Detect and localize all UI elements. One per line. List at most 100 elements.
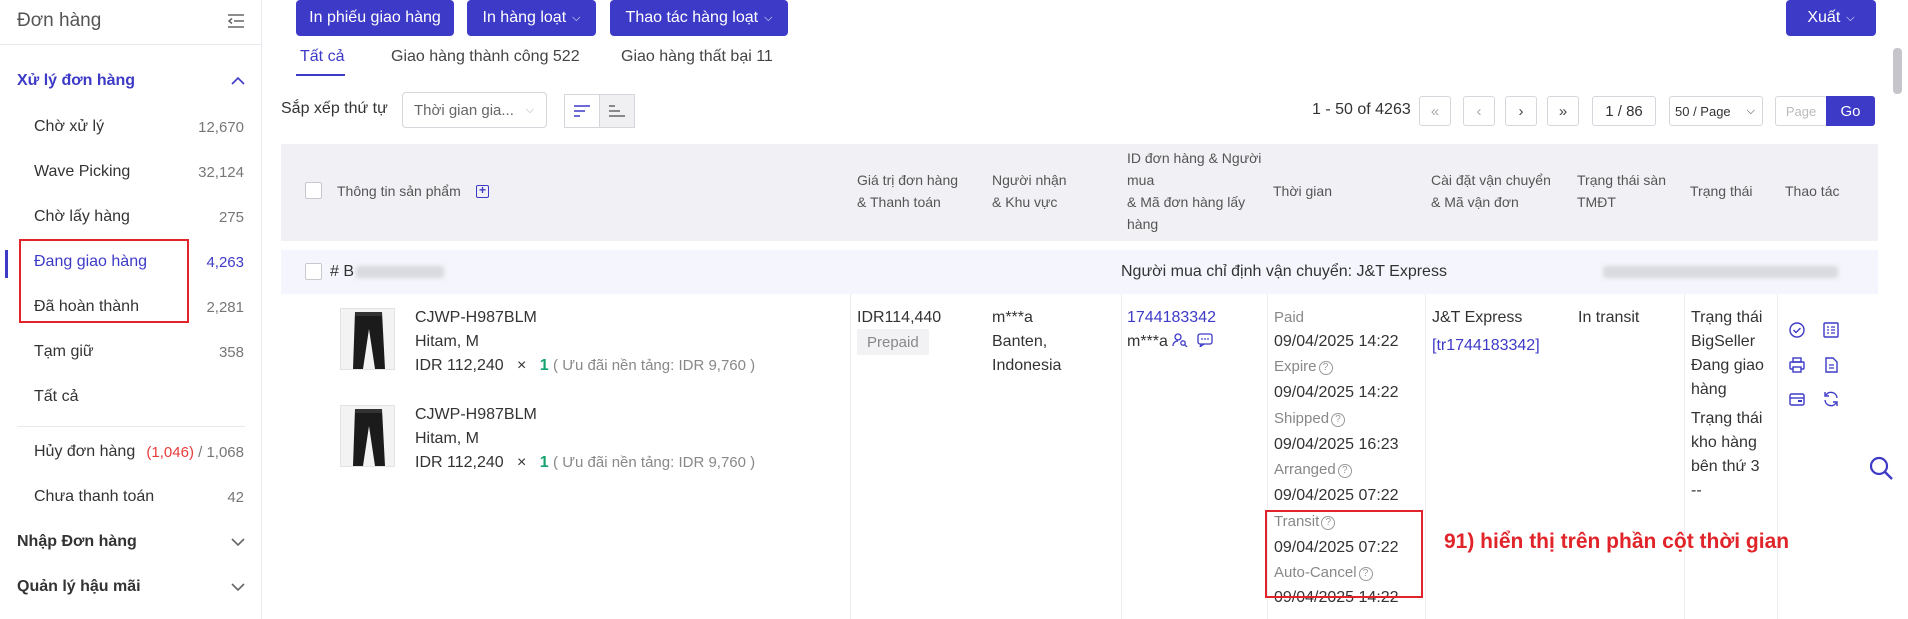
chat-icon[interactable] [1197, 333, 1213, 349]
go-button[interactable]: Go [1826, 96, 1875, 126]
sidebar-item-unpaid[interactable]: Chưa thanh toán 42 [34, 482, 244, 512]
status-line: kho hàng [1691, 434, 1757, 451]
scrollbar[interactable] [1893, 48, 1902, 94]
product-price: IDR 112,240 [415, 357, 504, 374]
batch-ops-button[interactable]: Thao tác hàng loạt ⌵ [610, 0, 788, 36]
product-price: IDR 112,240 [415, 454, 504, 471]
header-product: Thông tin sản phẩm [337, 183, 461, 199]
last-page-button[interactable]: » [1547, 96, 1579, 126]
sidebar-item-cancelled[interactable]: Hủy đơn hàng (1,046) / 1,068 [34, 437, 244, 467]
sidebar-item-awaiting-pickup[interactable]: Chờ lấy hàng 275 [34, 202, 244, 232]
chevron-down-icon: ⌵ [1846, 11, 1855, 24]
help-icon[interactable]: ? [1337, 464, 1352, 478]
time-label: Paid [1274, 309, 1305, 326]
time-label: Arranged [1274, 461, 1336, 478]
chevron-right-icon: › [1518, 102, 1524, 120]
sidebar-item-wave-picking[interactable]: Wave Picking 32,124 [34, 157, 244, 187]
column-divider [1425, 294, 1426, 619]
sidebar-divider [0, 44, 262, 45]
product-variant: Hitam, M [415, 430, 479, 447]
sidebar-item-label: Chờ lấy hàng [34, 208, 130, 225]
time-value: 09/04/2025 07:22 [1274, 487, 1399, 504]
times-sign: × [517, 357, 527, 374]
product-thumbnail[interactable] [340, 405, 395, 467]
export-button[interactable]: Xuất ⌵ [1786, 0, 1876, 36]
buyer-shipping-note: Người mua chỉ định vận chuyển: J&T Expre… [1121, 263, 1447, 280]
help-icon[interactable]: ? [1318, 361, 1333, 375]
chevron-left-icon: ‹ [1476, 102, 1482, 120]
page-size-select[interactable]: 50 / Page ⌵ [1669, 96, 1763, 126]
select-all-checkbox[interactable] [305, 182, 322, 199]
prev-page-button[interactable]: ‹ [1463, 96, 1495, 126]
product-price-line: IDR 112,240 × 1 ( Ưu đãi nền tảng: IDR 9… [415, 354, 755, 378]
page-size-value: 50 / Page [1675, 103, 1731, 119]
sidebar-item-count: 4,263 [206, 253, 244, 271]
document-icon[interactable] [1822, 356, 1840, 374]
wallet-icon[interactable] [1788, 390, 1806, 408]
column-divider [1684, 294, 1685, 619]
sort-desc-button[interactable] [564, 94, 600, 128]
tracking-link[interactable]: [tr1744183342] [1432, 334, 1540, 358]
sidebar-item-pending[interactable]: Chờ xử lý 12,670 [34, 112, 244, 142]
product-qty: 1 [539, 454, 549, 471]
button-label: In phiếu giao hàng [309, 9, 441, 26]
sidebar-item-on-hold[interactable]: Tạm giữ 358 [34, 337, 244, 367]
sort-select[interactable]: Thời gian gia... ⌵ [402, 92, 547, 128]
recipient-name: m***a [992, 309, 1033, 326]
button-label: In hàng loạt [482, 9, 567, 26]
recipient-region: Banten, [992, 333, 1048, 350]
sidebar-item-count: 32,124 [198, 163, 244, 181]
product-qty: 1 [539, 357, 549, 374]
header-line: & Khu vực [992, 194, 1058, 210]
cancel-count-total: / 1,068 [198, 443, 244, 461]
ecom-status: In transit [1578, 309, 1640, 326]
chevron-down-icon [231, 538, 245, 547]
print-batch-button[interactable]: In hàng loạt ⌵ [467, 0, 596, 36]
double-chevron-right-icon: » [1558, 102, 1568, 120]
order-checkbox[interactable] [305, 263, 322, 280]
status-line: bên thứ 3 [1691, 458, 1760, 475]
product-thumbnail[interactable] [340, 308, 395, 370]
chevron-down-icon: ⌵ [572, 11, 581, 24]
double-chevron-left-icon: « [1430, 102, 1440, 120]
sort-asc-button[interactable] [599, 94, 635, 128]
active-indicator [5, 250, 8, 278]
refresh-icon[interactable] [1822, 390, 1840, 408]
check-circle-icon[interactable] [1788, 321, 1806, 339]
status-line: BigSeller [1691, 333, 1756, 350]
header-time: Thời gian [1273, 183, 1332, 199]
times-sign: × [517, 454, 527, 471]
next-page-button[interactable]: › [1505, 96, 1537, 126]
carrier-name: J&T Express [1432, 309, 1523, 326]
page-indicator[interactable]: 1 / 86 [1592, 96, 1656, 126]
header-ecom-status: Trạng thái sàn TMĐT [1577, 169, 1666, 213]
print-delivery-button[interactable]: In phiếu giao hàng [296, 0, 454, 36]
user-search-icon[interactable] [1172, 333, 1188, 348]
section-order-processing[interactable]: Xử lý đơn hàng [17, 67, 245, 95]
order-id-link[interactable]: 1744183342 [1127, 306, 1216, 330]
section-import-orders[interactable]: Nhập Đơn hàng [17, 528, 245, 556]
sidebar-item-count: 12,670 [198, 118, 244, 136]
section-label: Nhập Đơn hàng [17, 533, 137, 550]
tab-underline [296, 74, 345, 76]
highlight-box [1265, 510, 1423, 598]
sidebar-item-all[interactable]: Tất cả [34, 382, 244, 412]
platform-discount: ( Ưu đãi nền tảng: IDR 9,760 ) [553, 454, 756, 471]
blurred-shop-name [1603, 266, 1838, 278]
search-icon[interactable] [1868, 455, 1894, 481]
header-line: & Mã đơn hàng lấy [1127, 194, 1246, 210]
page-jump-input[interactable]: Page [1775, 96, 1827, 126]
status-line: Trạng thái [1691, 410, 1763, 427]
collapse-menu-icon[interactable] [227, 13, 245, 29]
header-line: Cài đặt vận chuyển [1431, 172, 1551, 188]
expand-columns-icon[interactable]: + [476, 184, 489, 198]
help-icon[interactable]: ? [1331, 413, 1346, 427]
printer-icon[interactable] [1788, 356, 1806, 374]
time-label: Expire [1274, 358, 1317, 375]
invoice-icon[interactable] [1822, 321, 1840, 339]
section-after-sales[interactable]: Quản lý hậu mãi [17, 573, 245, 601]
tab-delivered[interactable]: Giao hàng thành công 522 [391, 48, 580, 66]
first-page-button[interactable]: « [1419, 96, 1451, 126]
tab-failed[interactable]: Giao hàng thất bại 11 [621, 48, 773, 66]
tab-all[interactable]: Tất cả [300, 48, 344, 66]
